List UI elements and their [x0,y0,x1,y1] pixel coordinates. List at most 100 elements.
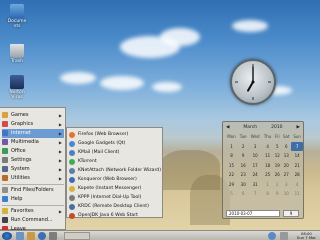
calendar-day[interactable]: 18 [262,161,274,171]
calendar-day[interactable]: 28 [291,170,303,180]
calendar-day[interactable]: 21 [291,161,303,171]
krdc-icon [69,203,75,210]
calendar-day[interactable]: 6 [281,142,291,152]
menu-item-label: Utilities [11,175,30,182]
calendar-day[interactable]: 13 [281,151,291,161]
graphics-icon [2,121,8,128]
file-manager-icon[interactable] [27,232,35,240]
calendar-day[interactable]: 12 [273,151,281,161]
calendar-day[interactable]: 10 [248,151,261,161]
next-month-button[interactable]: ▶ [297,125,300,130]
calendar-header: ◀ March 2010 ▶ [223,122,303,132]
prev-month-button[interactable]: ◀ [226,125,229,130]
calendar-day[interactable]: 20 [281,161,291,171]
analog-clock-widget[interactable] [230,59,276,105]
show-desktop-icon[interactable] [16,232,24,240]
find-icon [2,187,8,194]
calendar-day[interactable]: 8 [225,151,238,161]
kmenu-button[interactable] [2,232,12,240]
taskbar-clock[interactable]: 08:00 Sun 7 Mar [297,232,316,240]
submenu-item-label: Firefox (Web Browser) [78,132,129,138]
calendar-day[interactable]: 31 [248,180,261,190]
calendar-day[interactable]: 29 [225,180,238,190]
menu-item-find-files-folders[interactable]: Find Files/Folders [2,186,64,195]
calendar-day[interactable]: 2 [273,180,281,190]
games-icon [2,112,8,119]
chevron-right-icon: ▶ [58,175,62,181]
calendar-day[interactable]: 11 [262,151,274,161]
desktop-icon-documents[interactable]: Docume nts [0,4,34,29]
menu-item-office[interactable]: Office ▶ [2,147,64,156]
menu-item-settings[interactable]: Settings ▶ [2,156,64,165]
menu-item-multimedia[interactable]: Multimedia ▶ [2,138,64,147]
calendar-day[interactable]: 23 [238,170,249,180]
volume-tray-icon[interactable] [280,232,288,240]
menu-item-label: Help [11,196,23,203]
desktop-icon-norton[interactable]: Norton Virus [0,75,34,100]
menu-item-graphics[interactable]: Graphics ▶ [2,120,64,129]
browser-icon[interactable] [38,232,46,240]
calendar-day[interactable]: 14 [291,151,303,161]
weekday-header: Thu [263,134,272,140]
desktop-icon-label: Virus [11,95,23,100]
calendar-day[interactable]: 26 [273,170,281,180]
calendar-day[interactable]: 4 [291,180,303,190]
favorites-icon [2,208,8,215]
calendar-day[interactable]: 1 [262,180,274,190]
submenu-item-label: KMail (Mail Client) [78,150,120,156]
calendar-day[interactable]: 2 [238,142,249,152]
taskbar: 08:00 Sun 7 Mar [0,230,320,240]
calendar-day[interactable]: 17 [248,161,261,171]
calendar-day[interactable]: 8 [262,189,274,199]
menu-item-internet[interactable]: Internet ▶ [2,129,64,138]
chevron-right-icon: ▶ [58,121,62,127]
menu-item-utilities[interactable]: Utilities ▶ [2,174,64,183]
pager-desktop-1[interactable] [64,232,90,240]
konqueror-icon [69,176,75,183]
calendar-day[interactable]: 16 [238,161,249,171]
gadgets-icon [69,140,75,147]
menu-item-games[interactable]: Games ▶ [2,111,64,120]
network-tray-icon[interactable] [268,232,276,240]
menu-item-help[interactable]: Help [2,195,64,204]
calendar-day[interactable]: 19 [273,161,281,171]
calendar-day[interactable]: 4 [262,142,274,152]
kppp-icon [69,194,75,201]
terminal-icon[interactable] [49,232,57,240]
weekday-header: Mon [227,134,236,140]
cloud [232,20,268,32]
calendar-day[interactable]: 1 [225,142,238,152]
calendar-day[interactable]: 15 [225,161,238,171]
desktop-icon-trash[interactable]: Trash [0,44,34,64]
submenu-item-label: Google Gadgets (Qt) [78,141,126,147]
run-icon [2,217,8,224]
calendar-day[interactable]: 3 [281,180,291,190]
calendar-day[interactable]: 3 [248,142,261,152]
calendar-year[interactable]: 2010 [271,125,282,130]
calendar-day[interactable]: 9 [238,151,249,161]
desktop-icon-label: nts [13,24,21,29]
calendar-month[interactable]: March [243,125,257,130]
calendar-day[interactable]: 5 [225,189,238,199]
chevron-right-icon: ▶ [58,208,62,214]
calendar-day[interactable]: 24 [248,170,261,180]
date-input[interactable]: 2010-03-07 [226,209,280,217]
submenu-item-java[interactable]: OpenJDK Java 6 Web Start [69,211,162,221]
calendar-footer: 2010-03-07 9 [226,209,302,217]
calendar-day[interactable]: 27 [281,170,291,180]
week-number-select[interactable]: 9 [283,209,299,217]
calendar-day[interactable]: 9 [273,189,281,199]
calendar-day[interactable]: 22 [225,170,238,180]
menu-item-favorites[interactable]: Favorites ▶ [2,207,64,216]
calendar-day[interactable]: 5 [273,142,281,152]
menu-item-run-command[interactable]: Run Command... [2,216,64,225]
calendar-day[interactable]: 7 [248,189,261,199]
menu-item-system[interactable]: System ▶ [2,165,64,174]
calendar-day[interactable]: 25 [262,170,274,180]
calendar-widget[interactable]: ◀ March 2010 ▶ Mon Tue Wed Thu Fri Sat Sun 123… [222,121,304,219]
calendar-day[interactable]: 7 [291,141,303,151]
calendar-day[interactable]: 10 [281,189,291,199]
calendar-day[interactable]: 6 [238,189,249,199]
calendar-day[interactable]: 30 [238,180,249,190]
calendar-day[interactable]: 11 [291,189,303,199]
